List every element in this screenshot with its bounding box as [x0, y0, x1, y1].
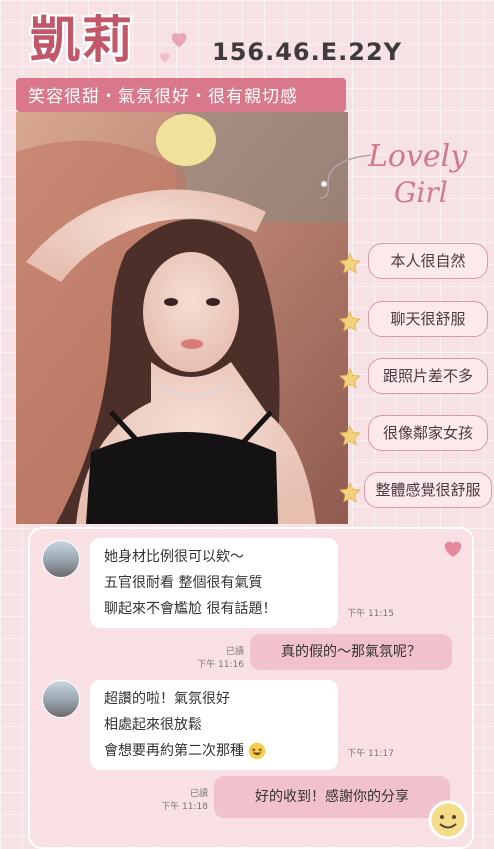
swirl-decoration [319, 154, 372, 199]
lovely-script: Lovely [368, 139, 468, 174]
star-icon [339, 481, 361, 503]
tagline-text: 笑容很甜・氣氛很好・很有親切感 [28, 87, 298, 107]
star-icon [339, 424, 361, 446]
profile-photo [16, 112, 348, 524]
message-line: 相處起來很放鬆 [104, 717, 202, 733]
incoming-message: 她身材比例很可以欸～ 五官很耐看 整個很有氣質 聊起來不會尷尬 很有話題！ [90, 538, 338, 628]
grin-emoji-icon [249, 742, 266, 760]
message-time: 下午 11:18 [161, 802, 208, 812]
message-time: 下午 11:15 [347, 609, 394, 619]
incoming-message: 超讚的啦！氣氛很好 相處起來很放鬆 會想要再約第二次那種 [90, 680, 338, 770]
girl-script: Girl [394, 176, 448, 209]
message-line: 她身材比例很可以欸～ [104, 549, 244, 565]
tag-item: 很像鄰家女孩 [368, 415, 488, 451]
star-icon [339, 310, 361, 332]
message-time: 下午 11:17 [347, 749, 394, 759]
read-status: 已讀 [189, 789, 208, 799]
outgoing-message: 真的假的～那氣氛呢？ [250, 634, 452, 670]
avatar [42, 680, 80, 718]
read-status: 已讀 [225, 647, 244, 657]
message-line: 會想要再約第二次那種 [104, 743, 244, 759]
message-time: 下午 11:16 [197, 660, 244, 670]
message-line-with-emoji: 會想要再約第二次那種 [104, 738, 324, 764]
heart-icon [444, 541, 462, 558]
avatar [42, 540, 80, 578]
tag-item: 本人很自然 [368, 243, 488, 279]
smiley-icon [428, 800, 468, 840]
star-icon [339, 252, 361, 274]
heart-icon [160, 53, 170, 63]
outgoing-message: 好的收到！感謝你的分享 [214, 776, 450, 818]
tag-item: 整體感覺很舒服 [364, 472, 492, 508]
tag-item: 跟照片差不多 [368, 358, 488, 394]
profile-name: 凱莉 [30, 11, 134, 69]
heart-icon [171, 33, 187, 48]
message-line: 聊起來不會尷尬 很有話題！ [104, 601, 277, 617]
message-line: 超讚的啦！氣氛很好 [104, 691, 230, 707]
message-line: 五官很耐看 整個很有氣質 [104, 575, 263, 591]
tag-item: 聊天很舒服 [368, 301, 488, 337]
star-icon [339, 367, 361, 389]
profile-stats: 156.46.E.22Y [212, 38, 403, 66]
